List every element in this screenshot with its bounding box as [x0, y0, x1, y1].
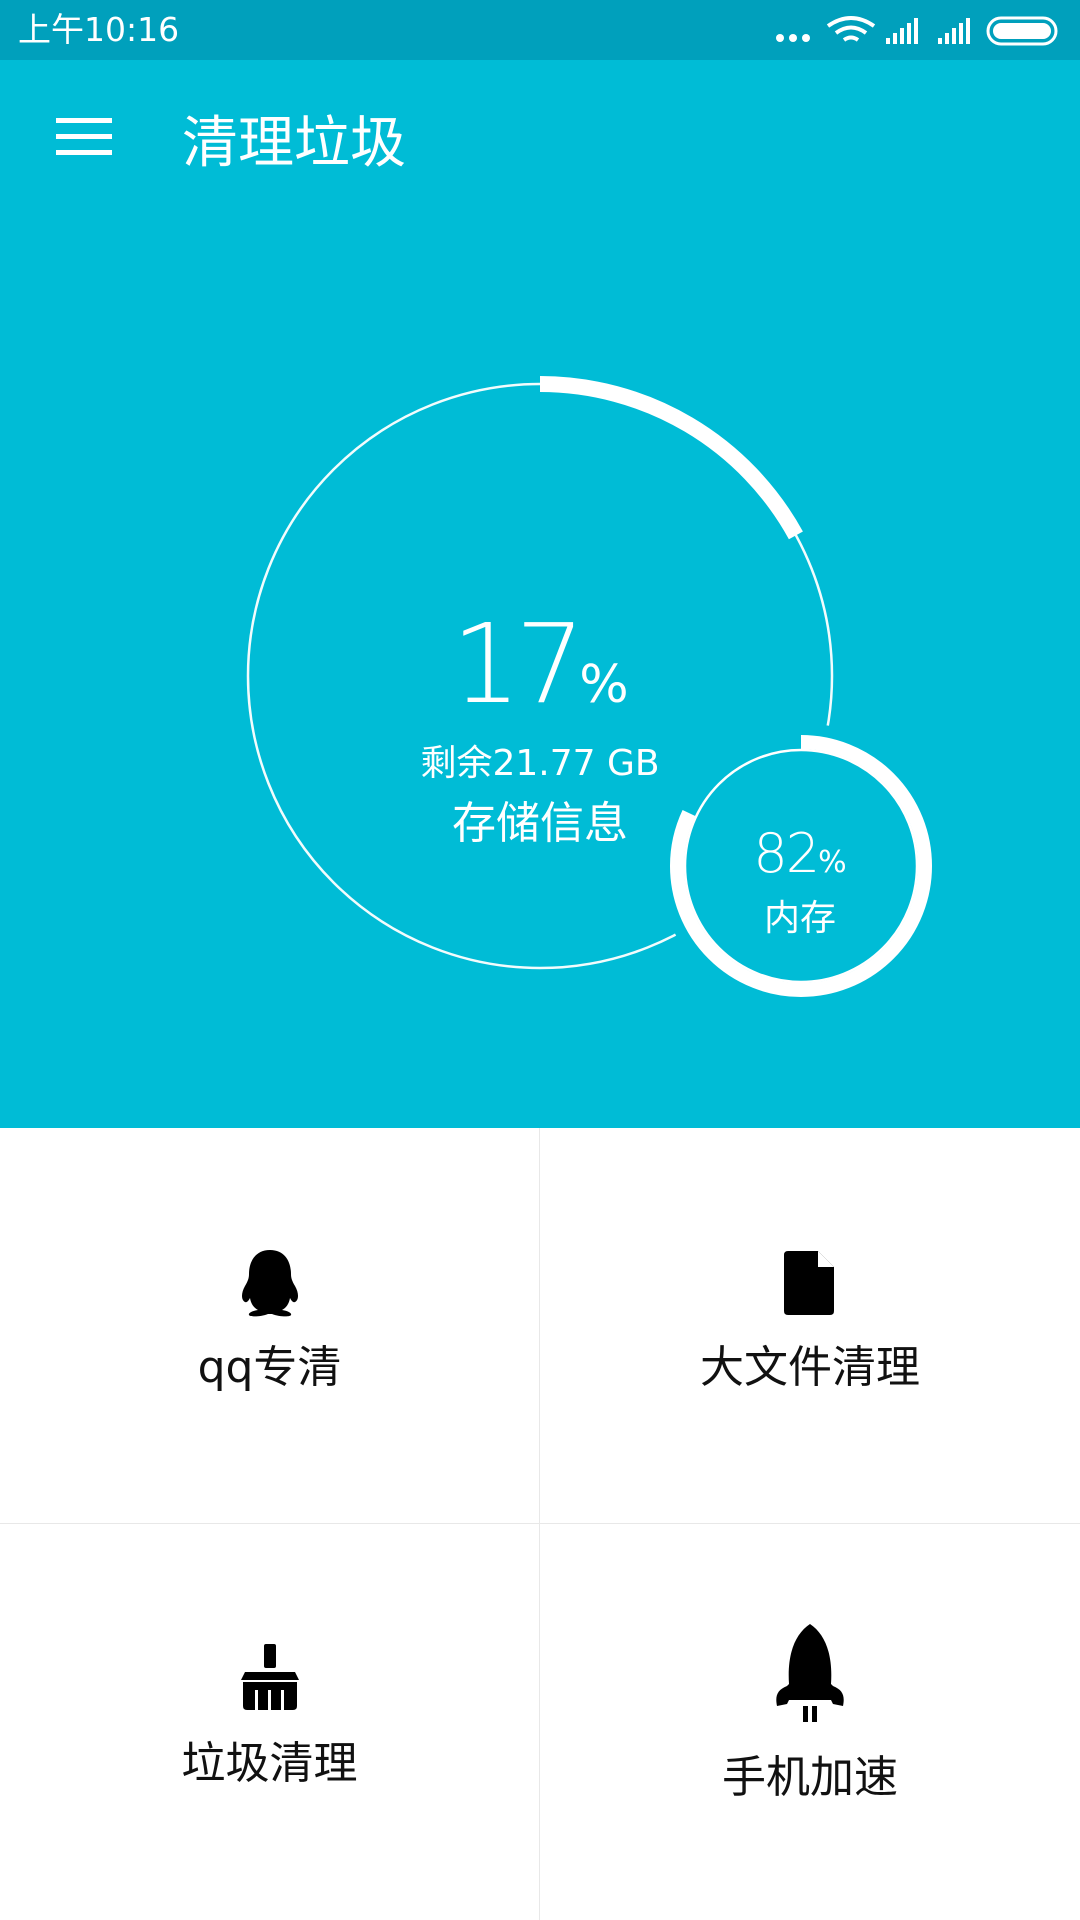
- tile-label: qq专清: [197, 1342, 342, 1393]
- tile-phone-boost[interactable]: 手机加速: [540, 1524, 1080, 1920]
- file-icon: [784, 1251, 834, 1315]
- memory-percent: 82%: [700, 822, 900, 885]
- storage-overview: 17% 剩余21.77 GB 存储信息 82% 内存: [0, 230, 1080, 1128]
- app-bar: 清理垃圾: [0, 60, 1080, 230]
- tile-qq-clean[interactable]: qq专清: [0, 1128, 540, 1524]
- battery-icon: [986, 16, 1058, 46]
- memory-percent-value: 82: [753, 822, 820, 885]
- status-time: 上午10:16: [18, 10, 180, 49]
- storage-percent-unit: %: [579, 655, 629, 715]
- signal-icon-2: [938, 18, 970, 44]
- status-icons: [776, 16, 1058, 46]
- status-bar: 上午10:16: [0, 0, 1080, 60]
- tile-junk-clean[interactable]: 垃圾清理: [0, 1524, 540, 1920]
- broom-icon: [240, 1644, 299, 1710]
- wifi-icon: [826, 16, 876, 42]
- menu-icon[interactable]: [44, 108, 124, 168]
- tile-label: 垃圾清理: [181, 1738, 358, 1789]
- more-dots-icon: [776, 34, 810, 42]
- rocket-icon: [776, 1624, 844, 1722]
- tile-label: 大文件清理: [700, 1342, 920, 1393]
- storage-percent-value: 17: [451, 600, 585, 728]
- storage-remaining: 剩余21.77 GB: [420, 743, 660, 784]
- storage-percent: 17%: [400, 600, 680, 728]
- signal-icon: [886, 18, 918, 44]
- tile-large-file-clean[interactable]: 大文件清理: [540, 1128, 1080, 1524]
- function-grid: qq专清 大文件清理 垃圾清理 手机加速: [0, 1128, 1080, 1920]
- memory-percent-unit: %: [818, 845, 847, 880]
- qq-penguin-icon: [241, 1250, 298, 1317]
- tile-label: 手机加速: [722, 1752, 898, 1803]
- memory-label[interactable]: 内存: [700, 896, 900, 942]
- storage-info-label[interactable]: 存储信息: [390, 796, 690, 852]
- page-title: 清理垃圾: [182, 111, 406, 176]
